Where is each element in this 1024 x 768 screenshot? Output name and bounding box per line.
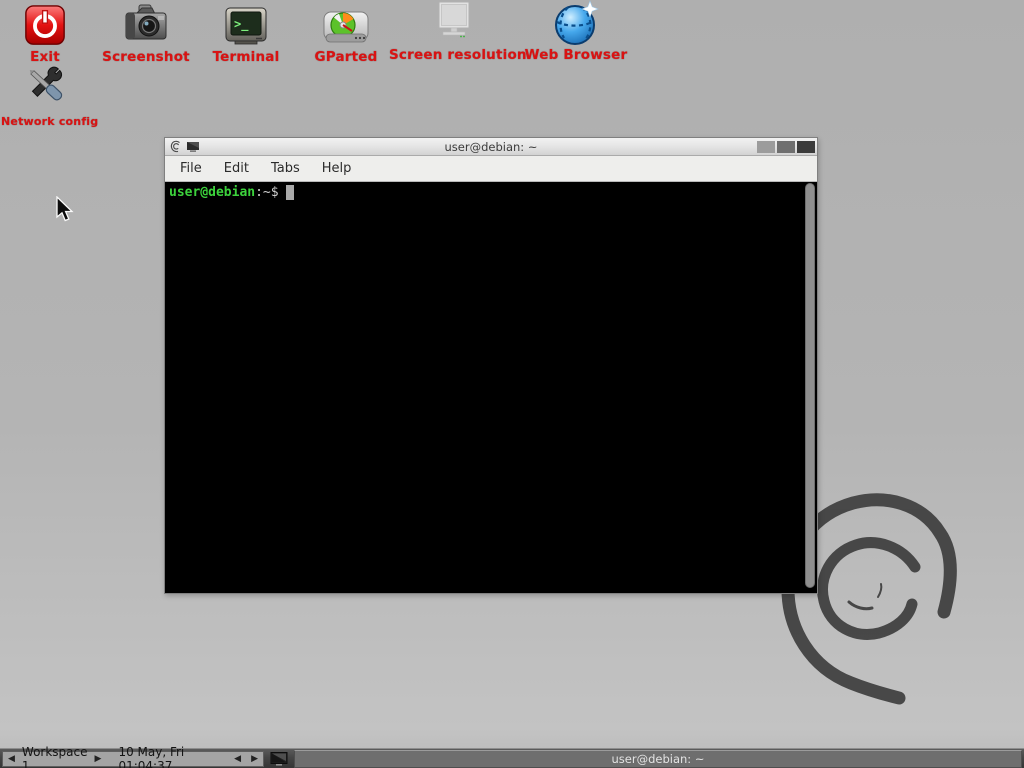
workspace-label: Workspace 1 xyxy=(20,745,90,768)
prompt-user-host: user@debian xyxy=(169,185,255,200)
terminal-cursor xyxy=(286,185,294,200)
taskbar: ◀ Workspace 1 ▶ 10 May, Fri 01:04:37 ◀ ▶… xyxy=(0,748,1024,768)
clock-prev-icon[interactable]: ◀ xyxy=(229,752,246,766)
prompt-colon: : xyxy=(255,185,263,200)
svg-text:>_: >_ xyxy=(234,17,249,32)
desktop-icon-label: Terminal xyxy=(198,49,294,65)
desktop-icon-label: GParted xyxy=(301,49,391,65)
terminal-crt-icon: >_ xyxy=(198,2,294,48)
desktop-icon-label: Web Browser xyxy=(521,47,631,63)
mouse-cursor xyxy=(55,196,77,223)
monitor-icon xyxy=(389,0,519,46)
taskbar-window-button[interactable]: user@debian: ~ xyxy=(294,750,1022,768)
shell-prompt: user@debian:~$ xyxy=(169,185,813,200)
terminal-scrollbar[interactable] xyxy=(805,183,815,588)
desktop: { "desktop": { "icons": { "exit": { "lab… xyxy=(0,0,1024,768)
desktop-icon-exit[interactable]: Exit xyxy=(5,2,85,65)
minimize-button[interactable] xyxy=(757,141,775,153)
camera-icon xyxy=(98,2,194,48)
power-icon xyxy=(5,2,85,48)
clock-next-icon[interactable]: ▶ xyxy=(246,752,263,766)
window-titlebar[interactable]: user@debian: ~ xyxy=(165,138,817,156)
workspace-pager: ◀ Workspace 1 ▶ 10 May, Fri 01:04:37 ◀ ▶ xyxy=(2,751,264,767)
desktop-icon-web-browser[interactable]: Web Browser xyxy=(521,0,631,63)
menu-help[interactable]: Help xyxy=(313,158,361,179)
desktop-icon-label: Network config xyxy=(1,115,93,128)
menu-edit[interactable]: Edit xyxy=(215,158,258,179)
window-menubar: File Edit Tabs Help xyxy=(165,156,817,182)
tools-icon xyxy=(1,68,93,114)
globe-icon xyxy=(521,0,631,46)
disk-partition-icon xyxy=(301,2,391,48)
menu-tabs[interactable]: Tabs xyxy=(262,158,309,179)
desktop-icon-network-config[interactable]: Network config xyxy=(1,68,93,128)
close-button[interactable] xyxy=(797,141,815,153)
maximize-button[interactable] xyxy=(777,141,795,153)
terminal-content[interactable]: user@debian:~$ xyxy=(165,182,817,592)
desktop-icon-terminal[interactable]: >_ Terminal xyxy=(198,2,294,65)
workspace-prev-icon[interactable]: ◀ xyxy=(3,752,20,766)
desktop-icon-screen-resolution[interactable]: Screen resolution xyxy=(389,0,519,63)
show-desktop-button[interactable] xyxy=(266,750,292,768)
desktop-icon-label: Screenshot xyxy=(98,49,194,65)
taskbar-clock: 10 May, Fri 01:04:37 xyxy=(118,745,219,768)
desktop-icon-gparted[interactable]: GParted xyxy=(301,2,391,65)
scrollbar-thumb[interactable] xyxy=(805,183,815,588)
desktop-icon-label: Screen resolution xyxy=(389,47,519,63)
workspace-next-icon[interactable]: ▶ xyxy=(90,752,107,766)
desktop-icon-screenshot[interactable]: Screenshot xyxy=(98,2,194,65)
prompt-path: ~ xyxy=(263,185,271,200)
menu-file[interactable]: File xyxy=(171,158,211,179)
prompt-dollar: $ xyxy=(271,185,279,200)
terminal-window: user@debian: ~ File Edit Tabs Help user@… xyxy=(164,137,818,594)
desktop-monitor-icon xyxy=(270,752,288,767)
window-title: user@debian: ~ xyxy=(165,140,817,154)
